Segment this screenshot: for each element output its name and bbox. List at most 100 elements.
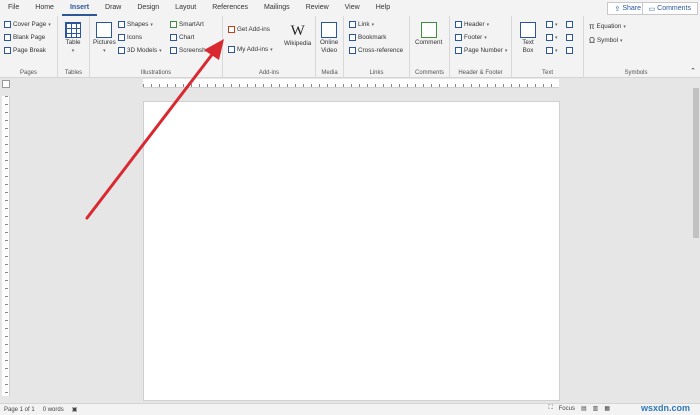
chevron-down-icon: ▾	[159, 47, 162, 54]
video-icon	[321, 22, 338, 38]
read-mode-icon[interactable]: ▤	[581, 405, 587, 412]
page-break-button[interactable]: Page Break	[4, 47, 46, 54]
vertical-ruler[interactable]	[2, 96, 10, 396]
tab-view[interactable]: View	[337, 0, 368, 16]
pi-icon: π	[589, 22, 595, 31]
tab-selector[interactable]	[2, 80, 10, 88]
link-button[interactable]: Link ▾	[349, 21, 374, 28]
quick-parts-button[interactable]: ▾	[546, 21, 558, 28]
header-icon	[455, 21, 462, 28]
chart-button[interactable]: Chart	[170, 34, 194, 41]
group-label-text: Text	[541, 70, 553, 76]
bookmark-icon	[349, 34, 356, 41]
group-label-links: Links	[369, 70, 384, 76]
cover-page-icon	[4, 21, 11, 28]
group-header-footer: Header ▾ Footer ▾ Page Number ▾ Header & Fo…	[450, 16, 512, 78]
tab-review[interactable]: Review	[298, 0, 337, 16]
document-page[interactable]	[143, 101, 560, 401]
footer-icon	[455, 34, 462, 41]
online-video-button[interactable]: Online Video	[320, 22, 338, 55]
horizontal-ruler[interactable]	[143, 79, 559, 88]
bookmark-button[interactable]: Bookmark	[349, 34, 386, 41]
shapes-icon	[118, 21, 125, 28]
signature-line-button[interactable]	[566, 21, 573, 28]
table-icon	[65, 22, 81, 38]
chevron-down-icon: ▾	[103, 48, 106, 54]
shapes-button[interactable]: Shapes ▾	[118, 21, 153, 28]
group-label-symbols: Symbols	[624, 70, 648, 76]
blank-page-icon	[4, 34, 11, 41]
table-button[interactable]: Table ▾	[65, 22, 81, 55]
wordart-button[interactable]: ▾	[546, 34, 558, 41]
page-number-icon	[455, 47, 462, 54]
web-layout-icon[interactable]: ▦	[604, 405, 610, 412]
print-layout-icon[interactable]: ▥	[593, 405, 599, 412]
equation-button[interactable]: π Equation ▾	[589, 22, 626, 31]
my-addins-button[interactable]: My Add-ins ▾	[228, 46, 273, 53]
word-window: File Home Insert Draw Design Layout Refe…	[0, 0, 700, 415]
tab-layout[interactable]: Layout	[167, 0, 204, 16]
group-text: Text Box ▾ ▾ ▾ Text	[512, 16, 584, 78]
group-addins: Get Add-ins My Add-ins ▾ W Wikipedia Add-…	[223, 16, 316, 78]
tab-references[interactable]: References	[204, 0, 256, 16]
header-button[interactable]: Header ▾	[455, 21, 489, 28]
tab-design[interactable]: Design	[129, 0, 167, 16]
group-label-pages: Pages	[19, 70, 37, 76]
tab-mailings[interactable]: Mailings	[256, 0, 298, 16]
chevron-down-icon: ▾	[71, 48, 75, 54]
date-time-button[interactable]	[566, 34, 573, 41]
status-bar: Page 1 of 1 0 words ▣ ⛶ Focus ▤ ▥ ▦	[0, 403, 700, 415]
share-icon: ⇪	[614, 5, 621, 13]
pictures-icon	[96, 22, 113, 38]
comments-button[interactable]: ▭ Comments	[641, 2, 698, 15]
comment-button[interactable]: Comment	[415, 22, 442, 47]
page-break-icon	[4, 47, 11, 54]
group-links: Link ▾ Bookmark Cross-reference Links	[344, 16, 410, 78]
date-time-icon	[566, 34, 573, 41]
footer-button[interactable]: Footer ▾	[455, 34, 487, 41]
focus-icon: ⛶	[548, 405, 553, 411]
icons-button[interactable]: Icons	[118, 34, 142, 41]
cover-page-button[interactable]: Cover Page ▾	[4, 21, 51, 28]
page-count[interactable]: Page 1 of 1	[0, 407, 39, 413]
cross-reference-button[interactable]: Cross-reference	[349, 47, 403, 54]
tab-help[interactable]: Help	[368, 0, 398, 16]
comments-label: Comments	[657, 5, 691, 12]
drop-cap-button[interactable]: ▾	[546, 47, 558, 54]
text-box-button[interactable]: Text Box	[520, 22, 536, 55]
group-comments: Comment Comments	[410, 16, 450, 78]
object-button[interactable]	[566, 47, 573, 54]
smartart-icon	[170, 21, 177, 28]
collapse-ribbon-icon[interactable]: ⌃	[690, 67, 696, 75]
tab-file[interactable]: File	[0, 0, 27, 16]
tab-insert[interactable]: Insert	[61, 0, 98, 16]
quick-parts-icon	[546, 21, 553, 28]
comment-icon: ▭	[648, 5, 656, 13]
my-addins-icon	[228, 46, 235, 53]
tab-home[interactable]: Home	[27, 0, 62, 16]
group-illustrations: Pictures ▾ Shapes ▾ Icons 3D Models ▾ Smar…	[90, 16, 223, 78]
smartart-button[interactable]: SmartArt	[170, 21, 204, 28]
cross-reference-icon	[349, 47, 356, 54]
word-count[interactable]: 0 words	[39, 407, 68, 413]
pictures-button[interactable]: Pictures ▾	[93, 22, 116, 55]
wikipedia-button[interactable]: W Wikipedia	[284, 22, 311, 48]
3d-models-button[interactable]: 3D Models ▾	[118, 47, 162, 54]
get-addins-button[interactable]: Get Add-ins	[228, 26, 270, 33]
chevron-down-icon: ▾	[486, 21, 490, 28]
chevron-down-icon: ▾	[555, 34, 558, 41]
scrollbar-thumb[interactable]	[693, 88, 699, 238]
chevron-down-icon: ▾	[48, 21, 51, 28]
share-label: Share	[622, 5, 641, 12]
group-label-header-footer: Header & Footer	[458, 70, 503, 76]
screenshot-button[interactable]: Screenshot ▾	[170, 47, 215, 54]
proofing-icon[interactable]: ▣	[68, 406, 82, 413]
focus-button[interactable]: Focus	[559, 406, 575, 412]
chevron-down-icon: ▾	[371, 21, 375, 28]
blank-page-button[interactable]: Blank Page	[4, 34, 45, 41]
symbol-button[interactable]: Ω Symbol ▾	[589, 36, 623, 45]
icons-icon	[118, 34, 125, 41]
tab-draw[interactable]: Draw	[97, 0, 129, 16]
page-number-button[interactable]: Page Number ▾	[455, 47, 507, 54]
group-pages: Cover Page ▾ Blank Page Page Break Pages	[0, 16, 58, 78]
